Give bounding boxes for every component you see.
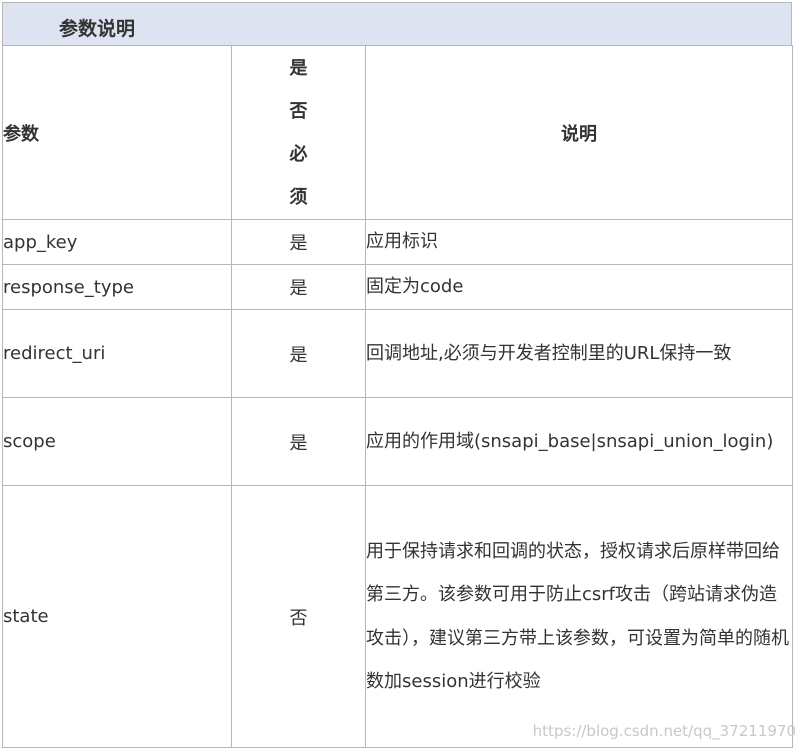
cell-required: 是 [231,264,366,310]
cell-required: 是 [231,219,366,265]
cell-required: 否 [231,485,366,748]
table-row: scope 是 应用的作用域(snsapi_base|snsapi_union_… [2,397,793,486]
header-desc: 说明 [365,45,793,220]
section-header: 参数说明 [2,2,792,46]
cell-required: 是 [231,309,366,398]
cell-param: response_type [2,264,232,310]
cell-desc: 用于保持请求和回调的状态，授权请求后原样带回给第三方。该参数可用于防止csrf攻… [365,485,793,748]
document-page: 参数说明 参数 是否必须 说明 app_key 是 应用标识 response_… [0,0,804,750]
header-desc-label: 说明 [561,123,597,145]
table-row: app_key 是 应用标识 [2,219,793,265]
cell-desc: 固定为code [365,264,793,310]
cell-param: state [2,485,232,748]
table-row: response_type 是 固定为code [2,264,793,310]
table-row: state 否 用于保持请求和回调的状态，授权请求后原样带回给第三方。该参数可用… [2,485,793,748]
section-title: 参数说明 [59,18,136,40]
cell-param: app_key [2,219,232,265]
cell-param: redirect_uri [2,309,232,398]
watermark: https://blog.csdn.net/qq_37211970 [532,722,796,740]
cell-desc: 应用标识 [365,219,793,265]
header-param: 参数 [2,45,232,220]
cell-param: scope [2,397,232,486]
table-header-row: 参数 是否必须 说明 [2,45,793,220]
cell-desc: 应用的作用域(snsapi_base|snsapi_union_login) [365,397,793,486]
header-param-label: 参数 [3,123,40,145]
header-required: 是否必须 [231,45,366,220]
cell-desc: 回调地址,必须与开发者控制里的URL保持一致 [365,309,793,398]
parameter-table: 参数 是否必须 说明 app_key 是 应用标识 response_type … [2,45,793,748]
cell-required: 是 [231,397,366,486]
table-row: redirect_uri 是 回调地址,必须与开发者控制里的URL保持一致 [2,309,793,398]
header-required-label: 是否必须 [289,57,308,208]
